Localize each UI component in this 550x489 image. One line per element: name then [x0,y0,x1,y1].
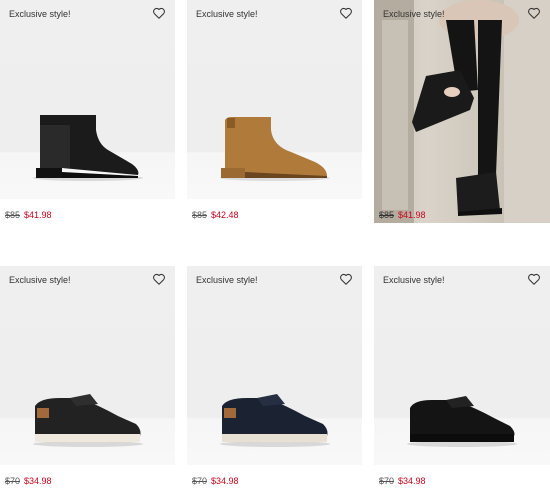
product-image[interactable] [0,266,175,465]
product-image[interactable] [187,266,362,465]
price-row: $85 $41.98 [5,210,52,220]
sale-price: $42.48 [211,210,239,220]
black-chelsea-boot-image [33,115,143,181]
tan-suede-boot-image [220,117,330,181]
sale-price: $41.98 [24,210,52,220]
price-row: $85 $41.98 [379,210,426,220]
original-price: $70 [379,476,395,486]
exclusive-style-badge: Exclusive style! [9,9,71,19]
heart-icon[interactable] [527,6,541,20]
heart-icon[interactable] [152,272,166,286]
sale-price: $34.98 [398,476,426,486]
product-card[interactable]: Exclusive style! $85 $41.98 [0,0,175,223]
exclusive-style-badge: Exclusive style! [196,275,258,285]
price-row: $70 $34.98 [379,476,426,486]
original-price: $85 [5,210,21,220]
exclusive-style-badge: Exclusive style! [196,9,258,19]
product-card[interactable]: Exclusive style! $70 $34.98 [0,266,175,489]
product-card[interactable]: Exclusive style! $70 $34.98 [374,266,550,489]
product-image[interactable] [374,266,550,465]
product-card[interactable]: Exclusive style! $85 $42.48 [187,0,362,223]
exclusive-style-badge: Exclusive style! [383,9,445,19]
price-row: $70 $34.98 [5,476,52,486]
product-card[interactable]: Exclusive style! $70 $34.98 [187,266,362,489]
price-row: $70 $34.98 [192,476,239,486]
product-image[interactable] [187,0,362,199]
original-price: $85 [379,210,395,220]
original-price: $70 [192,476,208,486]
black-sneaker-image [33,394,143,447]
heart-icon[interactable] [152,6,166,20]
exclusive-style-badge: Exclusive style! [9,275,71,285]
original-price: $70 [5,476,21,486]
heart-icon[interactable] [339,6,353,20]
heart-icon[interactable] [527,272,541,286]
product-lifestyle-image[interactable] [374,0,550,223]
sale-price: $34.98 [24,476,52,486]
exclusive-style-badge: Exclusive style! [383,275,445,285]
original-price: $85 [192,210,208,220]
navy-sneaker-image [220,394,330,447]
sale-price: $41.98 [398,210,426,220]
price-row: $85 $42.48 [192,210,239,220]
model-wearing-boots-photo [374,0,550,223]
sale-price: $34.98 [211,476,239,486]
all-black-sneaker-image [407,396,517,447]
heart-icon[interactable] [339,272,353,286]
product-card[interactable]: Exclusive style! $85 $41.98 [374,0,550,223]
product-image[interactable] [0,0,175,199]
